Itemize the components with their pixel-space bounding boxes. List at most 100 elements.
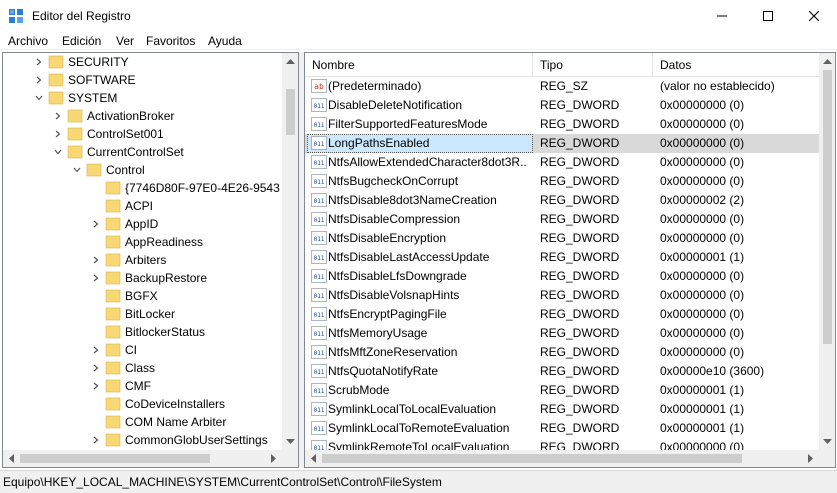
tree-item[interactable]: CurrentControlSet: [3, 143, 282, 161]
value-row[interactable]: 011 NtfsDisable8dot3NameCreation REG_DWORD…: [305, 191, 820, 210]
chevron-right-icon[interactable]: [34, 57, 44, 67]
column-header-nombre[interactable]: Nombre: [305, 53, 533, 77]
chevron-down-icon[interactable]: [53, 147, 63, 157]
binary-value-icon: 011: [311, 364, 327, 378]
tree-item[interactable]: BitlockerStatus: [3, 323, 282, 341]
chevron-down-icon[interactable]: [72, 165, 82, 175]
value-name: DisableDeleteNotification: [328, 98, 463, 112]
binary-value-icon: 011: [311, 288, 327, 302]
tree-item[interactable]: ACPI: [3, 197, 282, 215]
value-row[interactable]: 011 NtfsMftZoneReservation REG_DWORD 0x0000…: [305, 343, 820, 362]
tree-item[interactable]: SECURITY: [3, 53, 282, 71]
value-row[interactable]: 011 NtfsEncryptPagingFile REG_DWORD 0x00000…: [305, 305, 820, 324]
scroll-up-arrow-icon[interactable]: [282, 53, 298, 70]
list-scroll-thumb[interactable]: [823, 70, 832, 344]
value-row[interactable]: 011 ScrubMode REG_DWORD 0x00000001 (1): [305, 381, 820, 400]
scroll-right-arrow-icon[interactable]: [265, 450, 282, 467]
value-row[interactable]: 011 NtfsBugcheckOnCorrupt REG_DWORD 0x00000…: [305, 172, 820, 191]
list-hscroll-thumb[interactable]: [322, 454, 742, 463]
column-header-tipo[interactable]: Tipo: [533, 53, 653, 77]
tree-item[interactable]: ControlSet001: [3, 125, 282, 143]
tree-scroll-thumb[interactable]: [286, 89, 295, 135]
value-row[interactable]: 011 SymlinkLocalToLocalEvaluation REG_DWOR…: [305, 400, 820, 419]
value-row[interactable]: 011 FilterSupportedFeaturesMode REG_DWORD 0…: [305, 115, 820, 134]
tree-item[interactable]: Control: [3, 161, 282, 179]
scroll-corner: [282, 450, 298, 467]
tree-item[interactable]: AppReadiness: [3, 233, 282, 251]
scroll-right-arrow-icon[interactable]: [802, 450, 819, 467]
value-name: NtfsEncryptPagingFile: [328, 307, 447, 321]
value-name: NtfsDisableCompression: [328, 212, 461, 226]
value-row[interactable]: 011 NtfsDisableEncryption REG_DWORD 0x00000…: [305, 229, 820, 248]
tree-item[interactable]: COM Name Arbiter: [3, 413, 282, 431]
svg-text:011: 011: [314, 388, 325, 395]
tree-item[interactable]: Arbiters: [3, 251, 282, 269]
folder-icon: [105, 433, 121, 447]
close-button[interactable]: [791, 0, 837, 31]
menu-edicion[interactable]: Edición: [62, 34, 101, 48]
value-row[interactable]: 011 NtfsMemoryUsage REG_DWORD 0x00000000 (0…: [305, 324, 820, 343]
value-type: REG_DWORD: [540, 421, 620, 435]
tree-item[interactable]: CommonGlobUserSettings: [3, 431, 282, 449]
list-vertical-scrollbar[interactable]: [819, 53, 835, 450]
chevron-right-icon[interactable]: [34, 75, 44, 85]
tree-horizontal-scrollbar[interactable]: [3, 450, 282, 467]
column-header-datos[interactable]: Datos: [653, 53, 820, 77]
chevron-right-icon[interactable]: [91, 363, 101, 373]
scroll-up-arrow-icon[interactable]: [819, 53, 835, 70]
chevron-right-icon[interactable]: [91, 435, 101, 445]
value-type: REG_DWORD: [540, 307, 620, 321]
tree-item[interactable]: ActivationBroker: [3, 107, 282, 125]
tree-item[interactable]: CMF: [3, 377, 282, 395]
key-tree-pane[interactable]: SECURITY SOFTWARE SYSTEM ActivationBroker Co…: [2, 52, 299, 468]
tree-item[interactable]: CoDeviceInstallers: [3, 395, 282, 413]
svg-text:011: 011: [314, 312, 325, 319]
chevron-right-icon[interactable]: [91, 255, 101, 265]
binary-value-icon: 011: [311, 231, 327, 245]
maximize-button[interactable]: [745, 0, 791, 31]
chevron-right-icon[interactable]: [91, 219, 101, 229]
chevron-right-icon[interactable]: [91, 381, 101, 391]
tree-item[interactable]: CI: [3, 341, 282, 359]
scroll-left-arrow-icon[interactable]: [3, 450, 20, 467]
chevron-right-icon[interactable]: [91, 273, 101, 283]
chevron-down-icon[interactable]: [34, 93, 44, 103]
tree-item[interactable]: AppID: [3, 215, 282, 233]
value-row[interactable]: 011 NtfsDisableCompression REG_DWORD 0x0000…: [305, 210, 820, 229]
value-data: 0x00000000 (0): [660, 307, 745, 321]
tree-item[interactable]: BGFX: [3, 287, 282, 305]
tree-item[interactable]: {7746D80F-97E0-4E26-9543: [3, 179, 282, 197]
menu-ayuda[interactable]: Ayuda: [208, 34, 242, 48]
value-row[interactable]: ab (Predeterminado) REG_SZ (valor no establ…: [305, 77, 820, 96]
chevron-right-icon[interactable]: [91, 345, 101, 355]
value-row[interactable]: 011 DisableDeleteNotification REG_DWORD 0x0…: [305, 96, 820, 115]
value-row[interactable]: 011 NtfsDisableVolsnapHints REG_DWORD 0x000…: [305, 286, 820, 305]
values-list-pane[interactable]: Nombre Tipo Datos ab (Predeterminado) REG_…: [304, 52, 836, 468]
menu-favoritos[interactable]: Favoritos: [146, 34, 195, 48]
binary-value-icon: 011: [311, 269, 327, 283]
menu-archivo[interactable]: Archivo: [8, 34, 48, 48]
value-row[interactable]: 011 NtfsQuotaNotifyRate REG_DWORD 0x00000e1…: [305, 362, 820, 381]
minimize-button[interactable]: [699, 0, 745, 31]
tree-item[interactable]: Class: [3, 359, 282, 377]
value-row[interactable]: 011 NtfsDisableLastAccessUpdate REG_DWORD 0…: [305, 248, 820, 267]
tree-item[interactable]: BackupRestore: [3, 269, 282, 287]
scroll-down-arrow-icon[interactable]: [282, 433, 298, 450]
value-row[interactable]: 011 NtfsDisableLfsDowngrade REG_DWORD 0x000…: [305, 267, 820, 286]
list-horizontal-scrollbar[interactable]: [305, 450, 819, 467]
tree-hscroll-thumb[interactable]: [20, 454, 210, 463]
tree-item[interactable]: SOFTWARE: [3, 71, 282, 89]
menu-ver[interactable]: Ver: [116, 34, 134, 48]
svg-text:011: 011: [314, 217, 325, 224]
chevron-right-icon[interactable]: [53, 111, 63, 121]
menu-bar: Archivo Edición Ver Favoritos Ayuda: [0, 31, 837, 50]
scroll-left-arrow-icon[interactable]: [305, 450, 322, 467]
tree-item[interactable]: SYSTEM: [3, 89, 282, 107]
value-row[interactable]: 011 NtfsAllowExtendedCharacter8dot3R... RE…: [305, 153, 820, 172]
value-row[interactable]: 011 LongPathsEnabled REG_DWORD 0x00000000 (…: [305, 134, 820, 153]
tree-item[interactable]: BitLocker: [3, 305, 282, 323]
tree-vertical-scrollbar[interactable]: [282, 53, 298, 450]
value-row[interactable]: 011 SymlinkLocalToRemoteEvaluation REG_DWO…: [305, 419, 820, 438]
chevron-right-icon[interactable]: [53, 129, 63, 139]
scroll-down-arrow-icon[interactable]: [819, 433, 835, 450]
